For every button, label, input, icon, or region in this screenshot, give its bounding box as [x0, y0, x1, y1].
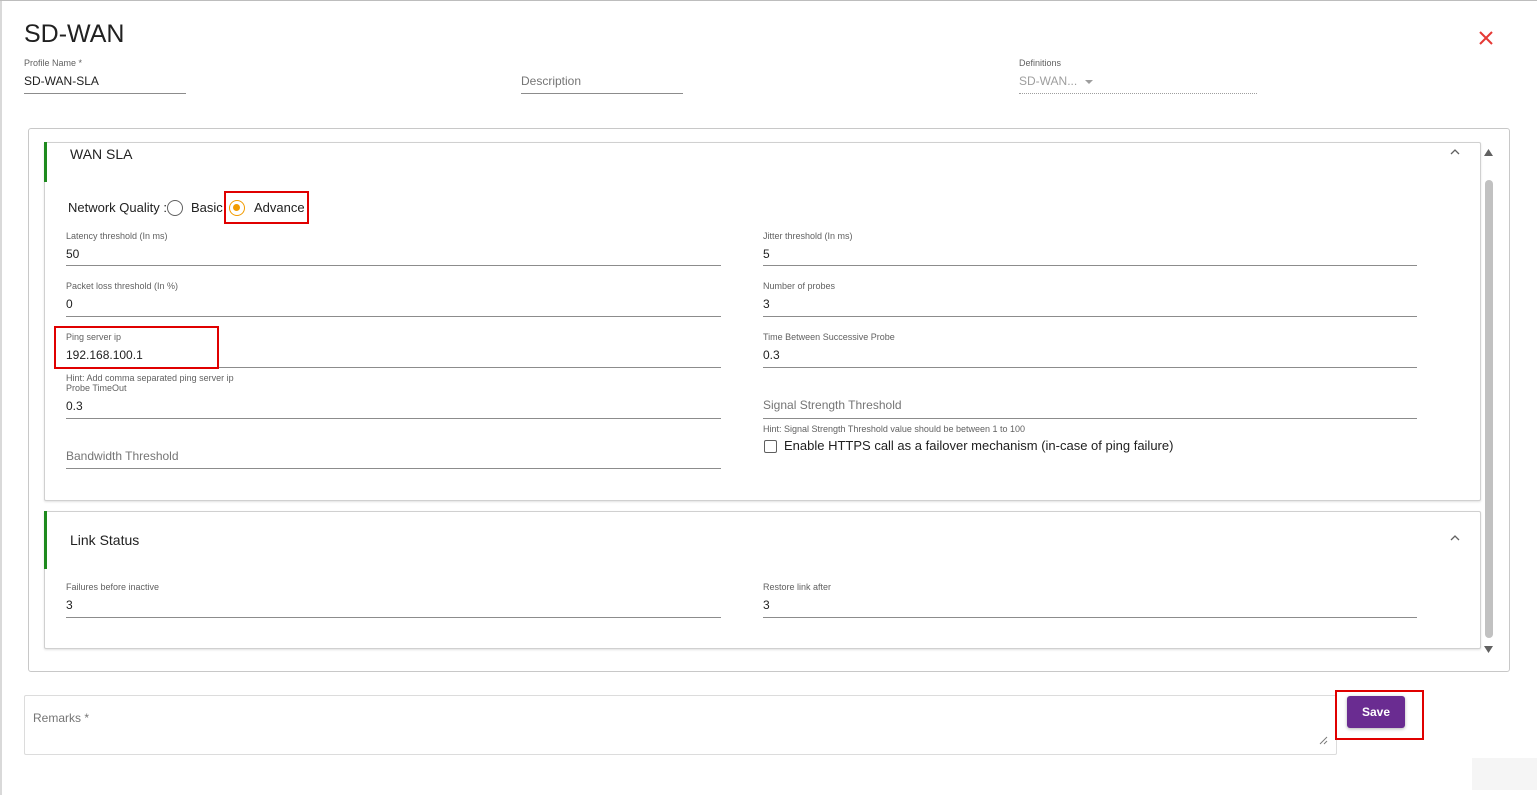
bandwidth-underline: [66, 468, 721, 469]
scroll-down-arrow-icon[interactable]: [1483, 645, 1494, 654]
time-between-underline: [763, 367, 1417, 368]
close-icon[interactable]: [1476, 28, 1496, 48]
profile-name-input[interactable]: SD-WAN-SLA: [24, 74, 99, 88]
restore-label: Restore link after: [763, 582, 832, 592]
https-failover-checkbox[interactable]: [764, 440, 777, 453]
packet-loss-underline: [66, 316, 721, 317]
probe-timeout-input[interactable]: 0.3: [66, 399, 83, 413]
packet-loss-label: Packet loss threshold (In %): [66, 281, 179, 291]
resize-handle-icon[interactable]: [1319, 736, 1328, 745]
definitions-value: SD-WAN...: [1019, 74, 1078, 88]
definitions-underline: [1019, 93, 1257, 94]
wan-sla-title[interactable]: WAN SLA: [70, 146, 133, 162]
chevron-up-icon[interactable]: [1449, 148, 1461, 156]
wan-sla-panel: [44, 142, 1481, 501]
time-between-input[interactable]: 0.3: [763, 348, 780, 362]
save-button[interactable]: Save: [1347, 696, 1405, 728]
latency-input[interactable]: 50: [66, 247, 79, 261]
jitter-underline: [763, 265, 1417, 266]
restore-input[interactable]: 3: [763, 598, 770, 612]
probe-timeout-label: Probe TimeOut: [66, 383, 127, 393]
radio-basic-label[interactable]: Basic: [191, 200, 223, 215]
link-status-accent-bar: [44, 511, 47, 569]
time-between-label: Time Between Successive Probe: [763, 332, 895, 342]
signal-strength-input[interactable]: Signal Strength Threshold: [763, 398, 902, 412]
radio-advance-label[interactable]: Advance: [254, 200, 305, 215]
scroll-up-arrow-icon[interactable]: [1483, 148, 1494, 157]
definitions-label: Definitions: [1019, 58, 1062, 68]
radio-basic[interactable]: [167, 200, 183, 216]
dialog-title: SD-WAN: [24, 20, 125, 48]
failures-label: Failures before inactive: [66, 582, 160, 592]
radio-advance[interactable]: [229, 200, 245, 216]
jitter-input[interactable]: 5: [763, 247, 770, 261]
description-underline: [521, 93, 683, 94]
latency-underline: [66, 265, 721, 266]
profile-name-label: Profile Name *: [24, 58, 83, 68]
link-status-title[interactable]: Link Status: [70, 532, 139, 548]
jitter-label: Jitter threshold (In ms): [763, 231, 853, 241]
wan-sla-accent-bar: [44, 142, 47, 182]
definitions-select[interactable]: SD-WAN...: [1019, 74, 1094, 88]
ping-server-underline: [66, 367, 721, 368]
probes-input[interactable]: 3: [763, 297, 770, 311]
chevron-up-icon[interactable]: [1449, 534, 1461, 542]
probes-underline: [763, 316, 1417, 317]
bandwidth-input[interactable]: Bandwidth Threshold: [66, 449, 179, 463]
restore-underline: [763, 617, 1417, 618]
network-quality-label: Network Quality :: [68, 200, 167, 215]
latency-label: Latency threshold (In ms): [66, 231, 168, 241]
signal-strength-underline: [763, 418, 1417, 419]
failures-input[interactable]: 3: [66, 598, 73, 612]
remarks-textarea[interactable]: [24, 695, 1337, 755]
link-status-panel: [44, 511, 1481, 649]
background-corner: [1472, 758, 1537, 790]
signal-strength-hint: Hint: Signal Strength Threshold value sh…: [763, 424, 1026, 434]
ping-server-input[interactable]: 192.168.100.1: [66, 348, 143, 362]
scrollbar-thumb[interactable]: [1485, 180, 1493, 638]
dropdown-arrow-icon: [1084, 79, 1093, 84]
ping-server-hint: Hint: Add comma separated ping server ip: [66, 373, 234, 383]
ping-server-label: Ping server ip: [66, 332, 122, 342]
background-edge: [0, 0, 2, 795]
description-input[interactable]: Description: [521, 74, 581, 88]
probe-timeout-underline: [66, 418, 721, 419]
dialog-top-border: [0, 0, 1537, 1]
probes-label: Number of probes: [763, 281, 836, 291]
profile-name-underline: [24, 93, 186, 94]
https-failover-label[interactable]: Enable HTTPS call as a failover mechanis…: [784, 438, 1173, 453]
remarks-placeholder: Remarks *: [33, 711, 90, 725]
packet-loss-input[interactable]: 0: [66, 297, 73, 311]
failures-underline: [66, 617, 721, 618]
